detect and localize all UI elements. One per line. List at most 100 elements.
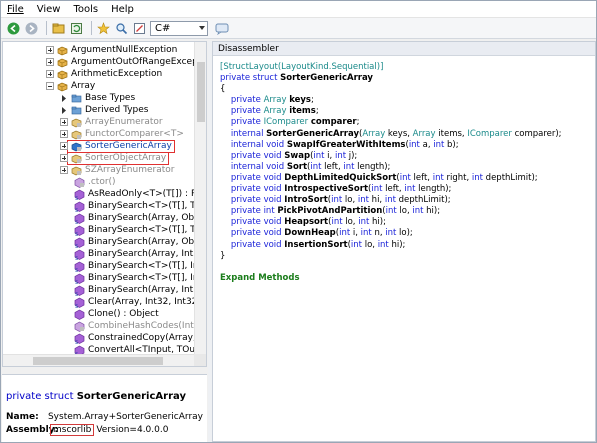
expand-icon[interactable]	[46, 58, 54, 66]
expand-icon[interactable]	[60, 142, 68, 150]
tree-node-method[interactable]: s BinarySearch(Array, Object, ICo	[71, 236, 206, 248]
method-icon: s	[74, 297, 85, 308]
private-class-icon	[71, 118, 82, 127]
tree-node-label: SorterGenericArray	[85, 141, 172, 151]
tree-node[interactable]: FunctorComparer<T>	[60, 128, 184, 140]
menu-bar: File View Tools Help	[1, 1, 596, 18]
expand-icon[interactable]	[46, 70, 54, 78]
language-select[interactable]: C#	[150, 20, 208, 36]
tree-node-method[interactable]: CombineHashCodes(Int32, Int32	[71, 320, 207, 332]
app-window: File View Tools Help C# ArgumentNullExce…	[0, 0, 597, 443]
expand-icon[interactable]	[60, 130, 68, 138]
tree-node-method[interactable]: Clone() : Object	[71, 308, 159, 320]
private-class-icon	[71, 166, 82, 175]
menu-view[interactable]: View	[37, 4, 61, 15]
svg-text:s: s	[75, 255, 78, 260]
toolbar-separator	[46, 21, 47, 35]
tree-node-label: .ctor()	[88, 177, 116, 187]
type-name: SorterGenericArray	[280, 73, 373, 84]
name-label: Name:	[6, 411, 39, 422]
toolbar: C#	[1, 18, 596, 39]
tree-node-method[interactable]: s BinarySearch<T>(T[], Int32, Int3	[71, 260, 206, 272]
folder-icon	[71, 106, 82, 114]
assembly-link[interactable]: mscorlib	[50, 423, 95, 436]
disassemble-icon[interactable]	[214, 21, 229, 36]
highlighted-node[interactable]: SorterObjectArray	[66, 151, 170, 165]
tree-node-label: ArgumentOutOfRangeException	[71, 57, 207, 67]
menu-tools[interactable]: Tools	[73, 4, 98, 15]
info-panel: private struct SorterGenericArray Name: …	[2, 374, 207, 442]
tree-node-label: SorterObjectArray	[85, 153, 167, 163]
svg-text:s: s	[75, 219, 78, 224]
expand-icon[interactable]	[60, 166, 68, 174]
method-icon: s	[74, 273, 85, 284]
search-icon[interactable]	[114, 21, 129, 36]
svg-text:s: s	[75, 291, 78, 296]
type-name: SorterGenericArray	[76, 391, 186, 402]
tree-node-method[interactable]: s BinarySearch(Array, Int32, Int32,	[71, 284, 206, 296]
expand-icon[interactable]	[60, 154, 68, 162]
tree-node-label: BinarySearch<T>(T[], T, IComp	[88, 225, 206, 235]
name-value: System.Array+SorterGenericArray	[47, 411, 203, 422]
open-icon[interactable]	[51, 21, 66, 36]
tree-node[interactable]: ArithmeticException	[46, 68, 162, 80]
bookmark-icon[interactable]	[96, 21, 111, 36]
tree-node-method[interactable]: s BinarySearch(Array, Int32, Int32,	[71, 248, 206, 260]
tree-node[interactable]: SZArrayEnumerator	[60, 164, 174, 176]
tree-node-method[interactable]: s Clear(Array, Int32, Int32) : Void	[71, 296, 206, 308]
scrollbar-thumb[interactable]	[33, 357, 163, 365]
expand-arrow-icon[interactable]	[60, 94, 68, 102]
scrollbar-thumb[interactable]	[197, 62, 205, 122]
keyword: struct	[252, 73, 278, 84]
tree-node[interactable]: ArgumentNullException	[46, 44, 177, 56]
tree-node-base-types[interactable]: Base Types	[60, 92, 135, 104]
tree-node-method[interactable]: s BinarySearch(Array, Object) : Int	[71, 212, 206, 224]
svg-text:s: s	[75, 267, 78, 272]
method-icon: s	[74, 213, 85, 224]
tree-node[interactable]: ArrayEnumerator	[60, 116, 163, 128]
attribute-line[interactable]: [StructLayout(LayoutKind.Sequential)]	[220, 62, 383, 72]
tree-node-method[interactable]: s BinarySearch<T>(T[], T) : Int32	[71, 200, 206, 212]
tree-node-label: BinarySearch(Array, Int32, Int32,	[88, 285, 206, 295]
svg-text:s: s	[75, 207, 78, 212]
tree-node-method[interactable]: .ctor()	[71, 176, 116, 188]
tree-node-method[interactable]: s BinarySearch<T>(T[], Int32, Int3	[71, 272, 206, 284]
info-declaration: private struct SorterGenericArray	[6, 391, 203, 402]
expand-icon[interactable]	[60, 118, 68, 126]
assembly-tree[interactable]: ArgumentNullException ArgumentOutOfRange…	[2, 41, 207, 367]
expand-arrow-icon[interactable]	[60, 106, 68, 114]
menu-help[interactable]: Help	[111, 4, 134, 15]
selected-node[interactable]: SorterGenericArray	[67, 139, 175, 153]
forward-icon[interactable]	[24, 21, 39, 36]
back-icon[interactable]	[6, 21, 21, 36]
method-icon: s	[74, 261, 85, 272]
tree-node-method[interactable]: s ConstrainedCopy(Array, Int32, A	[71, 332, 206, 344]
menu-file[interactable]: File	[7, 4, 24, 15]
settings-icon[interactable]	[132, 21, 147, 36]
tree-horizontal-scrollbar[interactable]	[3, 354, 196, 366]
tree-node-derived-types[interactable]: Derived Types	[60, 104, 148, 116]
tree-node-label: Base Types	[85, 93, 136, 103]
tree-node-label: ArrayEnumerator	[85, 117, 163, 127]
tree-node-label: BinarySearch<T>(T[], Int32, Int3	[88, 273, 206, 283]
tree-node-method[interactable]: s BinarySearch<T>(T[], T, IComp	[71, 224, 206, 236]
refresh-icon[interactable]	[69, 21, 84, 36]
tree-vertical-scrollbar[interactable]	[194, 42, 206, 356]
tree-node[interactable]: ArgumentOutOfRangeException	[46, 56, 207, 68]
method-icon: s	[74, 225, 85, 236]
tree-node-selected[interactable]: SorterGenericArray	[60, 139, 175, 153]
collapse-icon[interactable]	[46, 82, 54, 90]
expand-icon[interactable]	[46, 46, 54, 54]
info-assembly-line: Assembly: mscorlib Version=4.0.0.0	[6, 423, 203, 436]
tree-node[interactable]: SorterObjectArray	[60, 151, 170, 165]
scrollbar-corner	[194, 354, 206, 366]
tree-node-array[interactable]: Array	[46, 80, 95, 92]
method-icon: s	[74, 285, 85, 296]
tree-node-method[interactable]: s AsReadOnly<T>(T[]) : ReadOnly	[71, 188, 206, 200]
expand-methods-link[interactable]: Expand Methods	[220, 273, 300, 283]
tree-node-label: CombineHashCodes(Int32, Int32	[88, 321, 207, 331]
chevron-down-icon	[199, 25, 205, 30]
class-icon	[57, 46, 68, 55]
language-select-value: C#	[155, 22, 171, 34]
keyword: struct	[44, 391, 74, 402]
